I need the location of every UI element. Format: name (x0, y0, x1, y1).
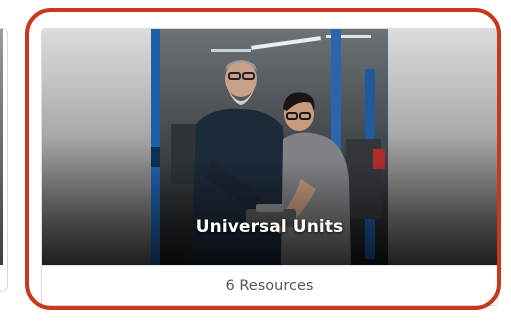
previous-card-edge[interactable] (0, 28, 8, 292)
focus-highlight-outline (25, 8, 501, 310)
resource-carousel: Universal Units 6 Resources (0, 0, 511, 323)
previous-card-photo (0, 29, 3, 265)
